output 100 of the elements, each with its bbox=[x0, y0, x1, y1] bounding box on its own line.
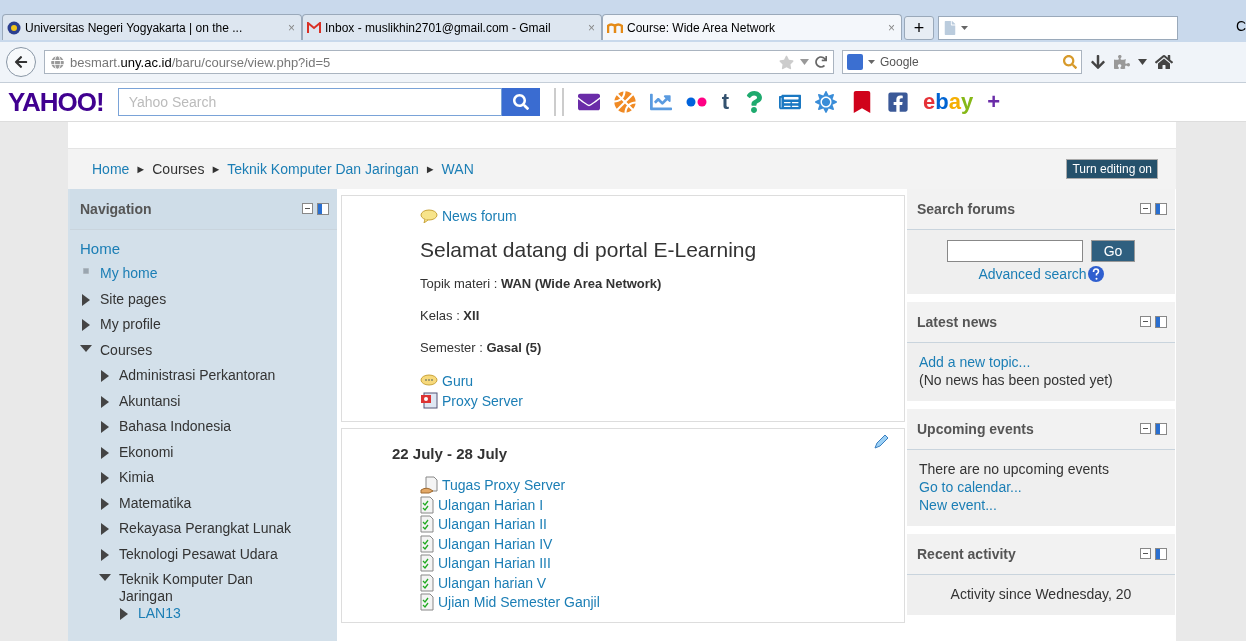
yahoo-logo[interactable]: YAHOO! bbox=[8, 86, 104, 118]
dock-icon[interactable] bbox=[1155, 316, 1167, 328]
breadcrumb-link[interactable]: Teknik Komputer Dan Jaringan bbox=[227, 161, 419, 177]
search-button[interactable] bbox=[501, 88, 540, 116]
collapse-icon[interactable] bbox=[1140, 548, 1151, 559]
collapse-icon[interactable] bbox=[1140, 203, 1151, 214]
block-title: Upcoming events bbox=[917, 421, 1035, 437]
browser-tab[interactable]: Universitas Negeri Yogyakarta | on the ... × bbox=[2, 14, 302, 40]
caret-icon bbox=[1138, 59, 1147, 65]
presentation-file-icon bbox=[420, 392, 438, 410]
nav-item[interactable]: Akuntansi bbox=[119, 392, 181, 410]
collapsed-arrow-icon[interactable] bbox=[101, 446, 109, 459]
facebook-icon[interactable] bbox=[886, 91, 909, 113]
collapsed-arrow-icon[interactable] bbox=[101, 548, 109, 561]
activity-link[interactable]: Ulangan Harian II bbox=[438, 516, 547, 533]
close-icon[interactable]: × bbox=[888, 20, 895, 35]
dock-icon[interactable] bbox=[1155, 548, 1167, 560]
caret-icon bbox=[961, 26, 968, 30]
back-button[interactable] bbox=[6, 47, 36, 77]
tumblr-button[interactable]: t bbox=[721, 89, 729, 115]
collapse-icon[interactable] bbox=[1140, 423, 1151, 434]
collapsed-arrow-icon[interactable] bbox=[101, 395, 109, 408]
activity-link[interactable]: Ulangan Harian IV bbox=[438, 535, 553, 552]
browser-tab[interactable]: Course: Wide Area Network × bbox=[602, 14, 902, 40]
breadcrumb-link[interactable]: Home bbox=[92, 161, 130, 177]
advanced-search-link[interactable]: Advanced search bbox=[978, 266, 1087, 282]
download-icon bbox=[1090, 54, 1106, 70]
block-link[interactable]: Add a new topic... bbox=[919, 353, 1163, 371]
expanded-arrow-icon[interactable] bbox=[99, 574, 111, 582]
activity-link[interactable]: Tugas Proxy Server bbox=[442, 477, 566, 494]
activity-link[interactable]: News forum bbox=[442, 207, 517, 224]
breadcrumb-separator: ► bbox=[135, 163, 147, 175]
go-button[interactable]: Go bbox=[1090, 240, 1136, 262]
nav-item[interactable]: Ekonomi bbox=[119, 443, 174, 461]
collapsed-arrow-icon[interactable] bbox=[101, 523, 109, 535]
browser-tab[interactable]: Inbox - muslikhin2701@gmail.com - Gmail × bbox=[302, 14, 602, 40]
dock-icon[interactable] bbox=[1155, 423, 1167, 435]
info-text: Kelas : XII bbox=[420, 307, 481, 323]
new-tab-button[interactable]: + bbox=[904, 16, 934, 40]
activity-link[interactable]: Ulangan harian V bbox=[438, 574, 547, 591]
yahoo-search-field[interactable]: Yahoo Search bbox=[117, 88, 502, 116]
moodle-icon bbox=[607, 21, 623, 34]
address-field[interactable]: besmart.uny.ac.id/baru/course/view.php?id=5 bbox=[44, 50, 834, 74]
document-hand-icon bbox=[420, 476, 438, 495]
tab-title: Course: Wide Area Network bbox=[627, 20, 777, 35]
collapsed-arrow-icon[interactable] bbox=[101, 472, 109, 484]
add-button[interactable]: + bbox=[987, 89, 1000, 115]
breadcrumb-link[interactable]: WAN bbox=[441, 161, 474, 177]
checklist-icon bbox=[420, 573, 434, 592]
collapse-icon[interactable] bbox=[302, 203, 313, 214]
collapse-icon[interactable] bbox=[1140, 316, 1151, 327]
expanded-arrow-icon[interactable] bbox=[80, 344, 92, 353]
nav-item[interactable]: Courses bbox=[100, 341, 153, 359]
search-field[interactable] bbox=[946, 240, 1083, 262]
activity-link[interactable]: Ujian Mid Semester Ganjil bbox=[438, 594, 600, 611]
activity-link[interactable]: Proxy Server bbox=[442, 392, 523, 409]
collapsed-arrow-icon[interactable] bbox=[120, 608, 128, 620]
search-field[interactable]: Google bbox=[842, 50, 1082, 74]
breadcrumb-link[interactable]: Courses bbox=[152, 161, 205, 177]
dock-icon[interactable] bbox=[317, 203, 329, 215]
dots-icon[interactable] bbox=[685, 97, 708, 107]
mail-icon bbox=[307, 21, 321, 34]
mail-icon[interactable] bbox=[577, 91, 600, 113]
collapsed-arrow-icon[interactable] bbox=[101, 370, 109, 382]
nav-item[interactable]: Rekayasa Perangkat Lunak bbox=[119, 520, 291, 537]
chat-bubble-icon bbox=[420, 374, 438, 389]
block-link[interactable]: Go to calendar... bbox=[919, 478, 1163, 496]
nav-item[interactable]: My home bbox=[100, 265, 158, 282]
edit-button[interactable]: Turn editing on bbox=[1066, 159, 1158, 179]
reload-icon bbox=[815, 56, 827, 68]
block-title: Search forums bbox=[917, 201, 1017, 217]
nav-item[interactable]: Kimia bbox=[119, 469, 154, 486]
dock-icon[interactable] bbox=[1155, 203, 1167, 215]
chart-icon[interactable] bbox=[649, 91, 672, 113]
speech-bubble-icon bbox=[420, 208, 438, 223]
nav-item[interactable]: Matematika bbox=[119, 494, 192, 512]
collapsed-arrow-icon[interactable] bbox=[82, 293, 90, 306]
collapsed-arrow-icon[interactable] bbox=[101, 497, 109, 510]
collapsed-arrow-icon[interactable] bbox=[82, 319, 90, 331]
back-arrow-icon bbox=[14, 55, 28, 69]
nav-item[interactable]: My profile bbox=[100, 316, 161, 333]
block-link[interactable]: New event... bbox=[919, 496, 1163, 514]
weather-icon[interactable] bbox=[814, 91, 837, 113]
search-icon bbox=[512, 94, 529, 110]
block-title: Navigation bbox=[80, 201, 153, 217]
collapsed-arrow-icon[interactable] bbox=[101, 421, 109, 433]
help-icon[interactable] bbox=[1087, 266, 1104, 282]
nav-item[interactable]: Site pages bbox=[100, 290, 167, 308]
toolbar-label: C bbox=[1235, 18, 1246, 34]
activity-link[interactable]: Ulangan Harian III bbox=[438, 555, 551, 572]
info-text: Semester : Gasal (5) bbox=[420, 339, 543, 355]
activity-link[interactable]: Ulangan Harian I bbox=[438, 496, 544, 513]
toolbar-separator bbox=[553, 88, 564, 116]
block-title: Recent activity bbox=[917, 546, 1017, 562]
nav-item[interactable]: Teknik Komputer Dan Jaringan bbox=[119, 571, 304, 605]
ebay-button[interactable]: ebay bbox=[922, 89, 974, 115]
nav-item[interactable]: Bahasa Indonesia bbox=[119, 418, 232, 435]
nav-item[interactable]: Teknologi Pesawat Udara bbox=[119, 545, 278, 563]
activity-link[interactable]: Guru bbox=[442, 373, 474, 390]
nav-item[interactable]: Administrasi Perkantoran bbox=[119, 367, 276, 384]
